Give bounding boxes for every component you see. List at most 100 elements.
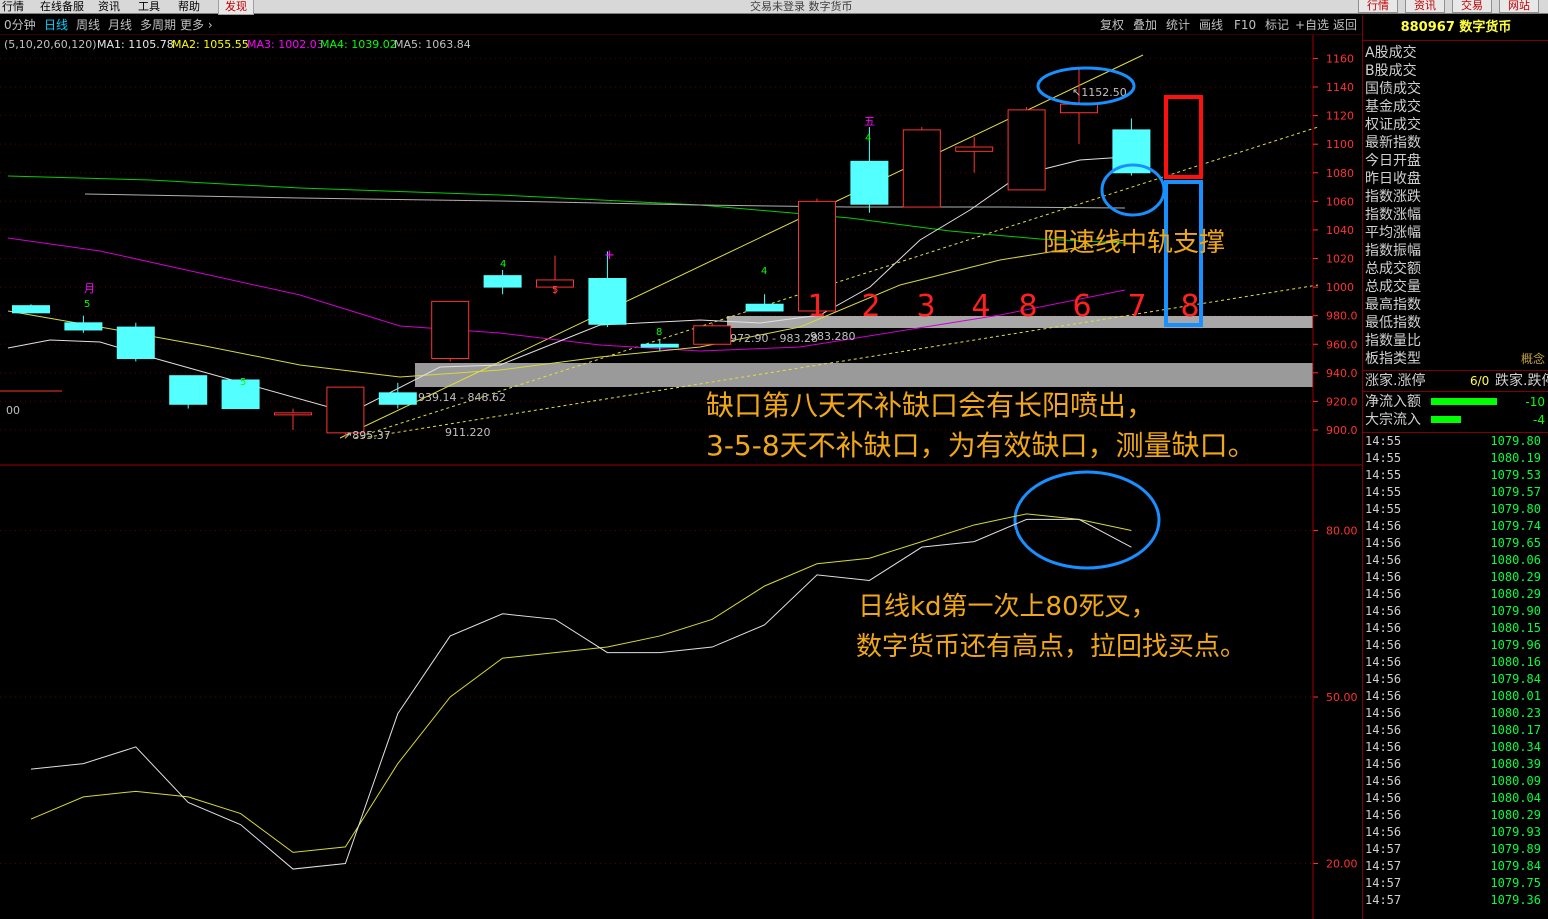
tick-time: 14:57 <box>1365 842 1402 856</box>
field-row: 指数振幅 <box>1365 242 1545 260</box>
kd-tick-label: 20.00 <box>1326 858 1358 871</box>
left-edge-label: 00 <box>6 404 20 417</box>
menu-item-tools[interactable]: 工具 <box>138 0 160 14</box>
tick-row[interactable]: 14:56 1080.15 <box>1363 620 1548 637</box>
candle-body[interactable] <box>1007 109 1046 191</box>
tick-time: 14:56 <box>1365 825 1402 839</box>
tick-price: 1079.36 <box>1490 893 1541 907</box>
candle-mark: 5 <box>84 299 90 310</box>
tick-row[interactable]: 14:56 1079.93 <box>1363 824 1548 841</box>
tick-row[interactable]: 14:56 1079.96 <box>1363 637 1548 654</box>
period-more-tab[interactable]: 更多 › <box>180 15 213 35</box>
mark-button[interactable]: 标记 <box>1265 17 1289 33</box>
tick-time: 14:56 <box>1365 519 1402 533</box>
candle-body[interactable] <box>693 325 732 345</box>
period-monthly-tab[interactable]: 月线 <box>108 15 132 35</box>
tick-time: 14:56 <box>1365 672 1402 686</box>
f10-button[interactable]: F10 <box>1234 17 1256 33</box>
candle-body[interactable] <box>745 303 784 312</box>
board-type-value: 概念 <box>1520 352 1545 366</box>
tick-time: 14:56 <box>1365 774 1402 788</box>
tick-row[interactable]: 14:55 1079.80 <box>1363 433 1548 450</box>
tick-row[interactable]: 14:56 1079.84 <box>1363 671 1548 688</box>
field-label: 最新指数 <box>1365 135 1421 151</box>
tick-price: 1080.29 <box>1490 570 1541 584</box>
tick-row[interactable]: 14:56 1079.65 <box>1363 535 1548 552</box>
adjust-button[interactable]: 复权 <box>1100 17 1124 33</box>
candle-body[interactable] <box>850 160 889 205</box>
candle-body[interactable] <box>326 386 365 434</box>
field-row: A股成交 <box>1365 44 1545 62</box>
low-close-label: 911.220 <box>445 426 491 439</box>
tick-row[interactable]: 14:56 1080.01 <box>1363 688 1548 705</box>
top-trade-button[interactable]: 交易 <box>1452 0 1492 13</box>
tick-row[interactable]: 14:57 1079.75 <box>1363 875 1548 892</box>
field-row: 平均涨幅 <box>1365 224 1545 242</box>
tick-row[interactable]: 14:55 1080.19 <box>1363 450 1548 467</box>
top-website-button[interactable]: 网站 <box>1499 0 1539 13</box>
back-button[interactable]: 返回 <box>1333 17 1357 33</box>
candle-body[interactable] <box>12 305 50 314</box>
tick-row[interactable]: 14:56 1080.34 <box>1363 739 1548 756</box>
chart-area[interactable]: 月 5 5 4 5 + 8 4 五 4 ↖1152.50 939.14 - 84… <box>0 35 1362 919</box>
candle-body[interactable] <box>955 146 994 152</box>
tick-row[interactable]: 14:55 1079.53 <box>1363 467 1548 484</box>
candle-body[interactable] <box>588 278 627 325</box>
tick-row[interactable]: 14:57 1079.36 <box>1363 892 1548 909</box>
price-tick-label: 1000 <box>1326 281 1354 294</box>
block-inflow-row: 大宗流入 -4 <box>1365 411 1545 429</box>
tick-row[interactable]: 14:57 1079.89 <box>1363 841 1548 858</box>
tick-row[interactable]: 14:56 1080.16 <box>1363 654 1548 671</box>
tick-row[interactable]: 14:56 1080.39 <box>1363 756 1548 773</box>
tick-price: 1080.16 <box>1490 655 1541 669</box>
tick-row[interactable]: 14:56 1079.74 <box>1363 518 1548 535</box>
candle-body[interactable] <box>1060 103 1098 114</box>
menu-item-online-service[interactable]: 在线备服 <box>40 0 84 14</box>
candle-body[interactable] <box>902 129 941 208</box>
tick-row[interactable]: 14:56 1080.29 <box>1363 586 1548 603</box>
period-daily-tab[interactable]: 日线 <box>44 15 68 35</box>
tick-row[interactable]: 14:55 1079.80 <box>1363 501 1548 518</box>
top-news-button[interactable]: 资讯 <box>1405 0 1445 13</box>
add-watchlist-button[interactable]: +自选 <box>1295 17 1329 33</box>
tick-row[interactable]: 14:57 1079.84 <box>1363 858 1548 875</box>
candle-body[interactable] <box>640 343 679 348</box>
window-title: 交易未登录 数字货币 <box>750 0 853 13</box>
tick-row[interactable]: 14:56 1080.29 <box>1363 807 1548 824</box>
candle-body[interactable] <box>483 275 522 288</box>
tick-row[interactable]: 14:56 1079.90 <box>1363 603 1548 620</box>
menu-item-quotes[interactable]: 行情 <box>2 0 24 14</box>
menu-bar: 行情 在线备服 资讯 工具 帮助 发现 交易未登录 数字货币 行情 资讯 交易 … <box>0 0 1548 15</box>
discover-button[interactable]: 发现 <box>218 0 254 15</box>
tick-row[interactable]: 14:56 1080.06 <box>1363 552 1548 569</box>
tick-time: 14:55 <box>1365 434 1402 448</box>
tick-row[interactable]: 14:55 1079.57 <box>1363 484 1548 501</box>
candle-body[interactable] <box>378 392 417 405</box>
top-quotes-button[interactable]: 行情 <box>1358 0 1398 13</box>
menu-item-news[interactable]: 资讯 <box>98 0 120 14</box>
candle-body[interactable] <box>274 412 312 416</box>
candlestick-chart[interactable]: 月 5 5 4 5 + 8 4 五 4 ↖1152.50 939.14 - 84… <box>0 35 1362 919</box>
candle-body[interactable] <box>169 375 208 405</box>
tick-row[interactable]: 14:56 1080.09 <box>1363 773 1548 790</box>
field-row: 最高指数 <box>1365 296 1545 314</box>
statistics-button[interactable]: 统计 <box>1166 17 1190 33</box>
candle-body[interactable] <box>64 322 103 331</box>
tick-row[interactable]: 14:56 1080.29 <box>1363 569 1548 586</box>
period-minute-tab[interactable]: 0分钟 <box>4 15 36 35</box>
menu-item-help[interactable]: 帮助 <box>178 0 200 14</box>
candle-body[interactable] <box>116 326 155 360</box>
tick-time: 14:57 <box>1365 859 1402 873</box>
candle-mark: 4 <box>761 266 767 277</box>
draw-line-button[interactable]: 画线 <box>1199 17 1223 33</box>
overlay-button[interactable]: 叠加 <box>1133 17 1157 33</box>
tick-time: 14:55 <box>1365 485 1402 499</box>
day-number: 2 <box>861 289 880 324</box>
tick-row[interactable]: 14:56 1080.17 <box>1363 722 1548 739</box>
candle-mark: 5 <box>552 285 558 296</box>
tick-row[interactable]: 14:56 1080.04 <box>1363 790 1548 807</box>
candle-body[interactable] <box>431 300 470 360</box>
tick-row[interactable]: 14:56 1080.23 <box>1363 705 1548 722</box>
period-weekly-tab[interactable]: 周线 <box>76 15 100 35</box>
period-multi-tab[interactable]: 多周期 <box>140 15 176 35</box>
